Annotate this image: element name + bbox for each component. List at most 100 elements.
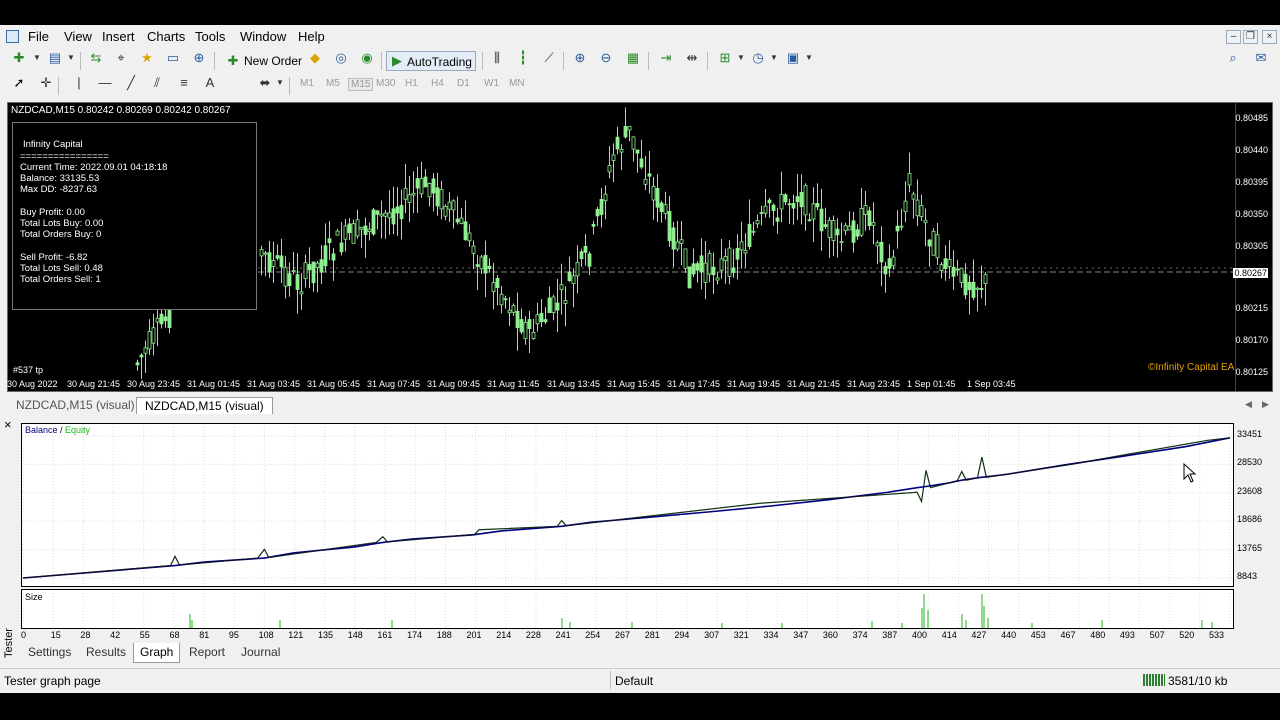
fibonacci-icon[interactable]: ≡ bbox=[175, 74, 193, 92]
balance-equity-plot bbox=[22, 424, 1233, 586]
autoscroll-icon[interactable]: ⇹ bbox=[683, 49, 701, 67]
channel-icon[interactable]: ⫽ bbox=[148, 74, 166, 92]
menu-window[interactable]: Window bbox=[240, 29, 286, 44]
graph-x-label: 520 bbox=[1179, 630, 1195, 640]
market-watch-icon[interactable]: ⇆ bbox=[87, 49, 105, 67]
candle-body bbox=[951, 266, 956, 277]
size-plot bbox=[22, 590, 1231, 628]
chat-icon[interactable]: ✉ bbox=[1252, 49, 1270, 67]
menu-tools[interactable]: Tools bbox=[195, 29, 225, 44]
time-label: 31 Aug 15:45 bbox=[607, 379, 661, 389]
autotrading-button[interactable]: ▶ AutoTrading bbox=[386, 51, 476, 71]
graph-x-label: 135 bbox=[318, 630, 334, 640]
candle-body bbox=[735, 247, 740, 260]
chart-tab[interactable]: NZDCAD,M15 (visual) bbox=[8, 397, 143, 414]
candle-body bbox=[935, 234, 940, 259]
strategy-tester-icon[interactable]: ⊕ bbox=[190, 49, 208, 67]
scroll-right-icon[interactable]: ▶ bbox=[1262, 399, 1269, 410]
candle-body bbox=[335, 230, 340, 236]
candle-body bbox=[259, 249, 264, 257]
search-icon[interactable]: ⌕ bbox=[1224, 49, 1242, 67]
terminal-window: File View Insert Charts Tools Window Hel… bbox=[0, 25, 1280, 693]
candle-body bbox=[975, 287, 980, 290]
dropdown-arrow-icon[interactable]: ▼ bbox=[732, 49, 750, 67]
candle-body bbox=[643, 178, 648, 185]
dropdown-arrow-icon[interactable]: ▼ bbox=[765, 49, 783, 67]
timeframe-d1[interactable]: D1 bbox=[457, 78, 470, 89]
line-chart-icon[interactable]: ⟋ bbox=[540, 49, 558, 67]
dropdown-arrow-icon[interactable]: ▼ bbox=[62, 49, 80, 67]
time-label: 31 Aug 07:45 bbox=[367, 379, 421, 389]
candle-body bbox=[367, 228, 372, 232]
status-text: Tester graph page bbox=[4, 674, 101, 688]
new-chart-icon[interactable]: ✚ bbox=[10, 49, 28, 67]
timeframe-h1[interactable]: H1 bbox=[405, 78, 418, 89]
candle-body bbox=[331, 253, 336, 261]
timeframe-h4[interactable]: H4 bbox=[431, 78, 444, 89]
candle-body bbox=[751, 230, 756, 233]
scroll-left-icon[interactable]: ◀ bbox=[1245, 399, 1252, 410]
candle-body bbox=[339, 242, 344, 253]
signals-icon[interactable]: ◎ bbox=[332, 49, 350, 67]
graph-x-label: 228 bbox=[525, 630, 541, 640]
candle-body bbox=[831, 220, 836, 241]
menu-insert[interactable]: Insert bbox=[102, 29, 135, 44]
tile-windows-icon[interactable]: ▦ bbox=[624, 49, 642, 67]
navigator-icon[interactable]: ★ bbox=[138, 49, 156, 67]
candle-body bbox=[795, 196, 800, 203]
data-window-icon[interactable]: ⌖ bbox=[112, 49, 130, 67]
tab-journal[interactable]: Journal bbox=[235, 643, 286, 662]
menu-help[interactable]: Help bbox=[298, 29, 325, 44]
timeframe-m5[interactable]: M5 bbox=[326, 78, 340, 89]
restore-icon[interactable]: ❐ bbox=[1243, 30, 1258, 44]
candle-body bbox=[983, 274, 988, 285]
timeframe-m15[interactable]: M15 bbox=[348, 78, 374, 91]
chart-tab-active[interactable]: NZDCAD,M15 (visual) bbox=[136, 397, 273, 414]
candle-body bbox=[743, 250, 748, 254]
timeframe-w1[interactable]: W1 bbox=[484, 78, 499, 89]
terminal-icon[interactable]: ▭ bbox=[164, 49, 182, 67]
candle-body bbox=[487, 265, 492, 269]
vertical-line-icon[interactable]: | bbox=[70, 74, 88, 92]
candle-body bbox=[567, 271, 572, 282]
tab-report[interactable]: Report bbox=[183, 643, 231, 662]
candlestick-icon[interactable]: ┇ bbox=[514, 49, 532, 67]
graph-x-label: 414 bbox=[941, 630, 957, 640]
timeframe-m1[interactable]: M1 bbox=[300, 78, 314, 89]
trendline-icon[interactable]: ╱ bbox=[122, 74, 140, 92]
candle-body bbox=[843, 225, 848, 232]
menu-charts[interactable]: Charts bbox=[147, 29, 185, 44]
zoom-in-icon[interactable]: ⊕ bbox=[571, 49, 589, 67]
menu-file[interactable]: File bbox=[28, 29, 49, 44]
timeframe-m30[interactable]: M30 bbox=[376, 78, 395, 89]
price-chart[interactable]: NZDCAD,M15 0.80242 0.80269 0.80242 0.802… bbox=[7, 102, 1273, 392]
candle-body bbox=[971, 281, 976, 298]
close-icon[interactable]: × bbox=[1262, 30, 1277, 44]
market-icon[interactable]: ◉ bbox=[358, 49, 376, 67]
dropdown-arrow-icon[interactable]: ▼ bbox=[800, 49, 818, 67]
timeframe-mn[interactable]: MN bbox=[509, 78, 525, 89]
graph-x-label: 201 bbox=[466, 630, 482, 640]
dropdown-arrow-icon[interactable]: ▼ bbox=[271, 74, 289, 92]
tab-results[interactable]: Results bbox=[80, 643, 132, 662]
horizontal-line-icon[interactable]: — bbox=[96, 74, 114, 92]
minimize-icon[interactable]: – bbox=[1226, 30, 1241, 44]
candle-body bbox=[775, 217, 780, 222]
zoom-out-icon[interactable]: ⊖ bbox=[597, 49, 615, 67]
text-icon[interactable]: A bbox=[201, 74, 219, 92]
dropdown-arrow-icon[interactable]: ▼ bbox=[28, 49, 46, 67]
tab-graph[interactable]: Graph bbox=[133, 643, 181, 663]
chart-shift-icon[interactable]: ⇥ bbox=[657, 49, 675, 67]
tab-settings[interactable]: Settings bbox=[22, 643, 77, 662]
candle-body bbox=[939, 264, 944, 271]
time-label: 31 Aug 03:45 bbox=[247, 379, 301, 389]
menu-view[interactable]: View bbox=[64, 29, 92, 44]
new-order-button[interactable]: ✚ New Order bbox=[224, 51, 302, 71]
close-panel-icon[interactable]: × bbox=[4, 417, 12, 432]
bar-chart-icon[interactable]: ⫼ bbox=[488, 49, 506, 67]
cursor-icon[interactable]: ➚ bbox=[10, 74, 28, 92]
candle-body bbox=[747, 223, 752, 248]
crosshair-icon[interactable]: ✛ bbox=[37, 74, 55, 92]
time-label: 1 Sep 01:45 bbox=[907, 379, 956, 389]
metaeditor-icon[interactable]: ◆ bbox=[306, 49, 324, 67]
